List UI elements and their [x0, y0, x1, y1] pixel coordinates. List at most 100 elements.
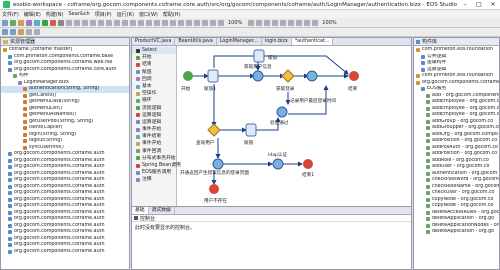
editor-tab[interactable]: BeanUtils.java	[175, 38, 217, 45]
folder-icon[interactable]	[18, 29, 24, 35]
tree-node-icon	[426, 223, 430, 228]
menu-item[interactable]: Sear&ch	[69, 11, 90, 17]
back-icon[interactable]	[2, 29, 8, 35]
align-icon[interactable]	[146, 19, 152, 26]
close-icon[interactable]: ✕	[486, 1, 500, 8]
align-icon[interactable]	[264, 19, 271, 26]
palette-item[interactable]: 注释	[132, 176, 176, 183]
align-icon[interactable]	[82, 19, 88, 26]
align-icon[interactable]	[138, 19, 144, 26]
align-icon[interactable]	[186, 19, 192, 26]
align-icon[interactable]	[162, 19, 168, 26]
flow-node-user-missing[interactable]: 用户不存在	[204, 184, 227, 204]
flow-node-end1[interactable]: 结束	[348, 71, 359, 92]
palette-select-tool[interactable]: Select	[132, 47, 176, 55]
palette-item-icon	[136, 120, 140, 125]
align-icon[interactable]	[74, 19, 80, 26]
flow-node-judge[interactable]: 查询用户	[196, 123, 221, 146]
menu-item[interactable]: 构建(N)	[46, 11, 64, 18]
flow-node-get-user[interactable]: 获取用户信息	[244, 63, 272, 82]
palette-item[interactable]: 结束	[132, 61, 176, 68]
align-icon[interactable]	[210, 19, 216, 26]
palette-item[interactable]: 空操作	[132, 90, 176, 97]
tree-item[interactable]: deleteApplication - org.go	[414, 229, 499, 236]
flow-node-end2[interactable]: 结束1	[302, 159, 314, 178]
align-icon[interactable]	[312, 19, 319, 26]
menu-item[interactable]: 帮助(H)	[163, 11, 181, 18]
search-icon[interactable]	[58, 19, 64, 26]
align-icon[interactable]	[178, 19, 184, 26]
palette-item[interactable]: 事件开始	[132, 126, 176, 133]
flow-node-ldap-auth[interactable]: ldap认证	[268, 151, 288, 170]
flow-node-check-ok[interactable]: 验证通过	[270, 106, 289, 126]
tree-node-icon	[416, 48, 420, 53]
align-icon[interactable]	[106, 19, 112, 26]
run-icon[interactable]	[42, 19, 48, 26]
menu-item[interactable]: 文件(F)	[2, 11, 19, 18]
align-icon[interactable]	[202, 19, 208, 26]
maximize-icon[interactable]: □	[472, 1, 486, 8]
align-icon[interactable]	[170, 19, 176, 26]
editor-tab[interactable]: *authenticat...	[291, 38, 334, 45]
print-icon[interactable]	[18, 19, 24, 26]
align-icon[interactable]	[280, 19, 287, 26]
palette-item-label: 循环	[142, 98, 152, 104]
tree-item[interactable]: org.gocom.components.coframe.auth	[1, 249, 129, 256]
align-icon[interactable]	[288, 19, 295, 26]
flow-node-login-flow[interactable]: 开通返回产生错误信息的登录页面	[180, 158, 249, 176]
align-icon[interactable]	[248, 19, 255, 26]
palette-item[interactable]: EOS服务调用	[132, 169, 176, 176]
palette-item[interactable]: 运算逻辑	[132, 119, 176, 126]
palette-item[interactable]: 回调	[132, 76, 176, 83]
flow-diagram-canvas[interactable]: 开始 赋值1 获取用户信息 获取登录 记录用户最后登录时间 结束 赋值 查询用户…	[178, 46, 411, 206]
flow-node-check-login[interactable]: 获取登录	[276, 69, 295, 92]
tool-icon[interactable]	[34, 29, 40, 35]
align-icon[interactable]	[66, 19, 72, 26]
bottom-tab[interactable]: 基础	[132, 207, 149, 214]
menu-item[interactable]: 窗口(W)	[139, 11, 158, 18]
align-icon[interactable]	[130, 19, 136, 26]
align-icon[interactable]	[256, 19, 263, 26]
stop-icon[interactable]	[50, 19, 56, 26]
debug-icon[interactable]	[34, 19, 40, 26]
palette-item[interactable]: 分布式事务开始	[132, 155, 176, 162]
bottom-tab[interactable]: 调试数据	[149, 207, 175, 214]
align-icon[interactable]	[272, 19, 279, 26]
editor-tab[interactable]: ProductVC.java	[132, 38, 176, 45]
align-icon[interactable]	[122, 19, 128, 26]
palette-item[interactable]: 流程逻辑	[132, 105, 176, 112]
palette-item[interactable]: 循环	[132, 97, 176, 104]
editor-tab[interactable]: LoginManager...	[217, 38, 262, 45]
forward-icon[interactable]	[10, 29, 16, 35]
palette-item[interactable]: Spring Bean调用	[132, 162, 181, 169]
flow-node-start[interactable]: 开始	[181, 71, 193, 92]
build-icon[interactable]	[26, 19, 32, 26]
align-icon[interactable]	[98, 19, 104, 26]
align-icon[interactable]	[218, 19, 224, 26]
align-icon[interactable]	[154, 19, 160, 26]
menu-item[interactable]: 编辑(E)	[24, 11, 41, 18]
palette-item[interactable]: 事件开始	[132, 140, 176, 147]
palette-item[interactable]: 事件结束	[132, 133, 176, 140]
minimize-icon[interactable]: –	[458, 1, 472, 8]
palette-item[interactable]: 开始	[132, 54, 176, 61]
editor-tab[interactable]: login.bizx	[262, 38, 292, 45]
menu-item[interactable]: 运行(R)	[117, 11, 134, 18]
palette-item[interactable]: 基本	[132, 83, 176, 90]
palette-item[interactable]: 运算逻辑	[132, 112, 176, 119]
align-icon[interactable]	[296, 19, 303, 26]
zoom-select-2[interactable]: 100%	[322, 20, 336, 26]
save-icon[interactable]	[10, 19, 16, 26]
tool-icon[interactable]	[26, 29, 32, 35]
align-icon[interactable]	[114, 19, 120, 26]
flow-node-assign1[interactable]: 赋值1	[204, 69, 219, 92]
align-icon[interactable]	[194, 19, 200, 26]
new-icon[interactable]	[2, 19, 8, 26]
align-icon[interactable]	[90, 19, 96, 26]
menu-item[interactable]: 项目(P)	[95, 11, 112, 18]
palette-item[interactable]: 赋值	[132, 69, 176, 76]
align-icon[interactable]	[304, 19, 311, 26]
palette-item[interactable]: 事件回调	[132, 148, 176, 155]
flow-node-assign3[interactable]: 赋值	[244, 123, 257, 146]
zoom-select[interactable]: 100%	[228, 20, 242, 26]
